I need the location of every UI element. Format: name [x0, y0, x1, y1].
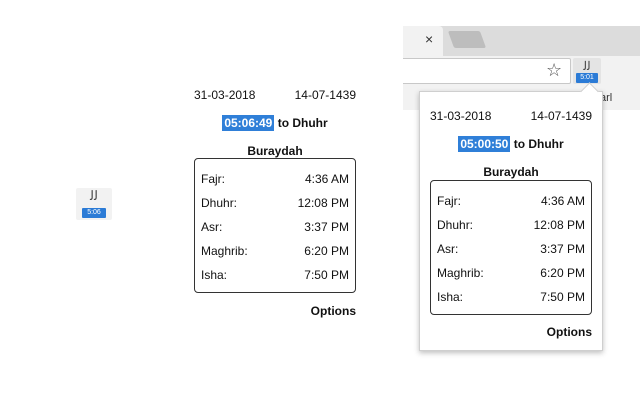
- prayer-name: Fajr:: [201, 172, 225, 186]
- countdown-timer: 05:00:50: [458, 136, 511, 152]
- browser-tab-active[interactable]: [403, 26, 443, 58]
- prayer-time: 4:36 AM: [304, 172, 349, 186]
- prayer-row-isha: Isha: 7:50 PM: [437, 290, 585, 306]
- gregorian-date: 31-03-2018: [194, 88, 256, 102]
- prayer-name: Maghrib:: [201, 244, 248, 258]
- prayer-time: 7:50 PM: [304, 268, 349, 282]
- hijri-date: 14-07-1439: [294, 88, 356, 102]
- countdown-suffix: to Dhuhr: [510, 137, 564, 151]
- countdown-suffix: to Dhuhr: [274, 116, 328, 130]
- prayer-row-maghrib: Maghrib: 6:20 PM: [201, 244, 349, 260]
- prayer-row-dhuhr: Dhuhr: 12:08 PM: [437, 218, 585, 234]
- prayer-time: 3:37 PM: [540, 242, 585, 256]
- prayer-times-panel: 31-03-2018 14-07-1439 05:06:49 to Dhuhr …: [194, 88, 356, 320]
- next-prayer-countdown: 05:00:50 to Dhuhr: [430, 136, 592, 152]
- prayer-times-icon-glyph: ﻟﻟ: [583, 59, 591, 73]
- new-tab-button[interactable]: [447, 31, 487, 48]
- prayer-times-extension-icon[interactable]: ﻟﻟ 5:06: [76, 188, 112, 220]
- prayer-times-toolbar-button[interactable]: ﻟﻟ 5:01: [573, 58, 601, 84]
- prayer-name: Asr:: [201, 220, 223, 234]
- date-row: 31-03-2018 14-07-1439: [194, 88, 356, 104]
- city-name: Buraydah: [247, 144, 303, 158]
- prayer-name: Dhuhr:: [437, 218, 474, 232]
- prayer-row-asr: Asr: 3:37 PM: [437, 242, 585, 258]
- prayer-time: 4:36 AM: [540, 194, 585, 208]
- date-row: 31-03-2018 14-07-1439: [430, 109, 592, 125]
- hijri-date: 14-07-1439: [530, 109, 592, 123]
- gregorian-date: 31-03-2018: [430, 109, 492, 123]
- close-icon[interactable]: ×: [425, 30, 433, 48]
- prayer-name: Isha:: [437, 290, 464, 304]
- city-name: Buraydah: [483, 165, 539, 179]
- prayer-time: 12:08 PM: [533, 218, 585, 232]
- prayer-times-popup-panel: 31-03-2018 14-07-1439 05:00:50 to Dhuhr …: [430, 109, 592, 341]
- prayer-row-asr: Asr: 3:37 PM: [201, 220, 349, 236]
- prayer-time: 6:20 PM: [304, 244, 349, 258]
- countdown-timer: 05:06:49: [222, 115, 275, 131]
- time-badge: 5:06: [82, 208, 106, 218]
- options-link[interactable]: Options: [311, 304, 356, 318]
- prayer-row-fajr: Fajr: 4:36 AM: [201, 172, 349, 188]
- prayer-name: Dhuhr:: [201, 196, 238, 210]
- bookmark-star-icon[interactable]: ☆: [546, 58, 562, 82]
- prayer-row-dhuhr: Dhuhr: 12:08 PM: [201, 196, 349, 212]
- prayer-times-table: Fajr: 4:36 AM Dhuhr: 12:08 PM Asr: 3:37 …: [194, 158, 356, 293]
- prayer-time: 7:50 PM: [540, 290, 585, 304]
- prayer-time: 12:08 PM: [297, 196, 349, 210]
- options-link[interactable]: Options: [547, 325, 592, 339]
- prayer-time: 6:20 PM: [540, 266, 585, 280]
- next-prayer-countdown: 05:06:49 to Dhuhr: [194, 115, 356, 131]
- prayer-name: Isha:: [201, 268, 228, 282]
- prayer-times-icon-glyph: ﻟﻟ: [90, 189, 99, 204]
- prayer-row-isha: Isha: 7:50 PM: [201, 268, 349, 284]
- prayer-row-maghrib: Maghrib: 6:20 PM: [437, 266, 585, 282]
- time-badge: 5:01: [576, 73, 598, 83]
- prayer-time: 3:37 PM: [304, 220, 349, 234]
- prayer-row-fajr: Fajr: 4:36 AM: [437, 194, 585, 210]
- prayer-name: Fajr:: [437, 194, 461, 208]
- prayer-times-table: Fajr: 4:36 AM Dhuhr: 12:08 PM Asr: 3:37 …: [430, 180, 592, 315]
- prayer-name: Asr:: [437, 242, 459, 256]
- prayer-name: Maghrib:: [437, 266, 484, 280]
